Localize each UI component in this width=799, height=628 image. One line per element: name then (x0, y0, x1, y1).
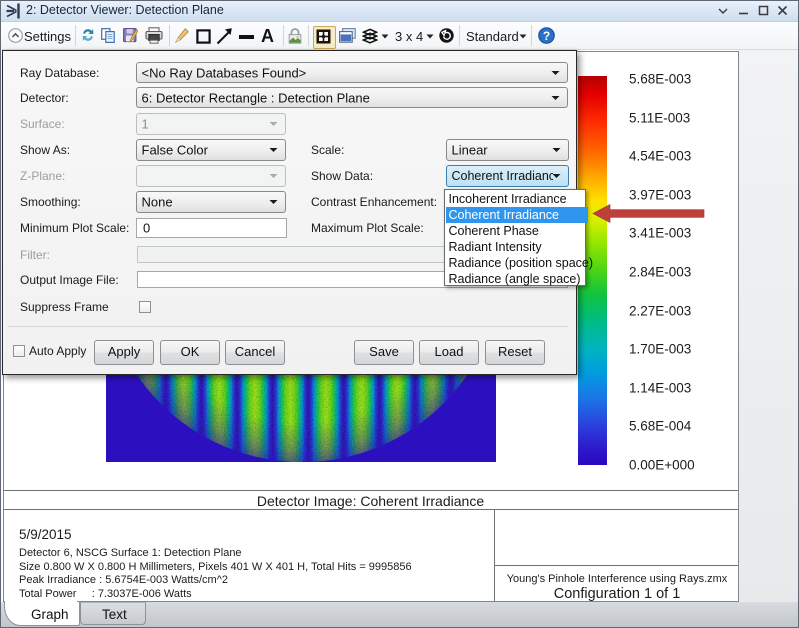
svg-text:?: ? (543, 29, 550, 43)
